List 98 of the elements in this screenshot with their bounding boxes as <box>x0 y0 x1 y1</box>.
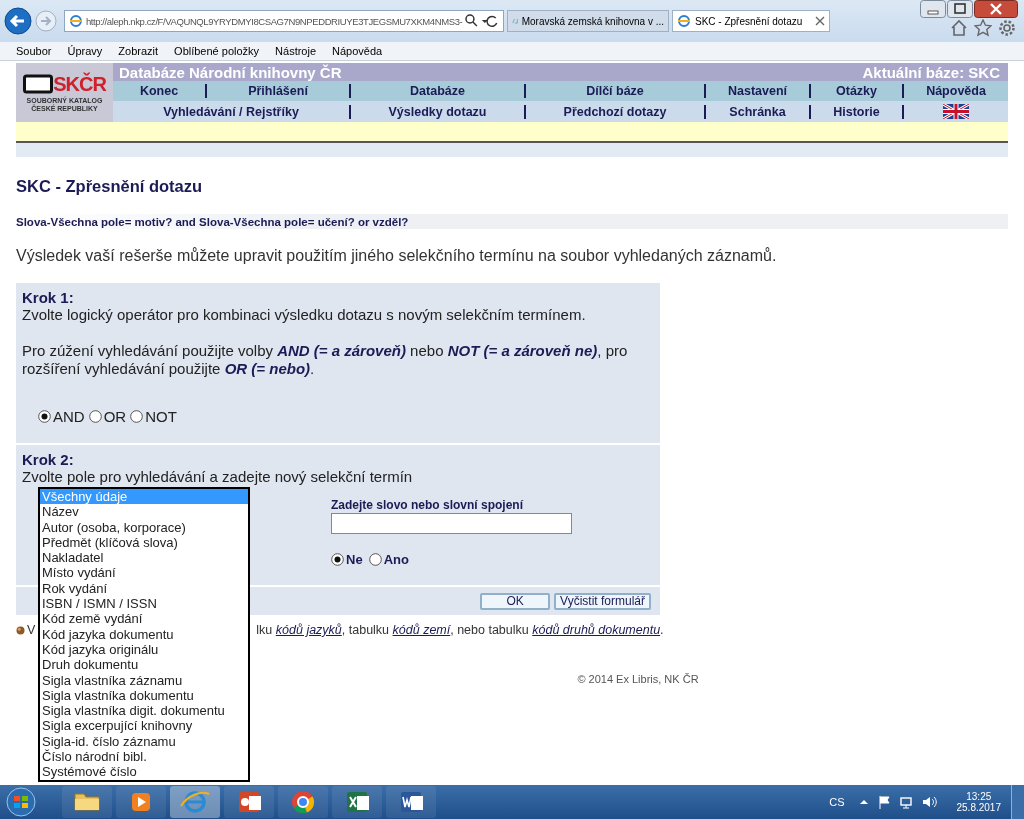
nav-link[interactable]: Databáze <box>410 84 465 98</box>
logo-box-icon <box>23 74 54 94</box>
network-icon[interactable] <box>898 795 913 809</box>
page-title: SKC - Zpřesnění dotazu <box>16 177 204 197</box>
dropdown-list[interactable] <box>38 487 250 782</box>
back-button[interactable] <box>4 7 32 35</box>
radio-label: AND <box>53 408 85 425</box>
field-label: Zadejte slovo nebo slovní spojení <box>331 498 525 512</box>
dropdown-option[interactable]: Sigla excerpující knihovny <box>40 718 248 734</box>
ok-button[interactable]: OK <box>480 592 551 610</box>
clear-form-button[interactable]: Vyčistit formulář <box>554 592 651 610</box>
note-text: V <box>27 623 36 637</box>
menu-item[interactable]: Nápověda <box>324 45 391 57</box>
dropdown-option[interactable]: Nakladatel <box>40 550 248 566</box>
menu-item[interactable]: Zobrazit <box>110 45 167 57</box>
presentation-app-icon[interactable] <box>224 786 274 818</box>
step-heading: Krok 2: <box>22 451 75 468</box>
step-text: Zvolte pole pro vyhledávání a zadejte nový selekční termín <box>22 468 414 486</box>
minimize-button[interactable] <box>920 0 946 18</box>
settings-icon[interactable] <box>998 19 1016 37</box>
menu-item[interactable]: Soubor <box>8 45 60 57</box>
nav-link[interactable]: Nastavení <box>727 84 788 98</box>
uk-flag-icon[interactable] <box>943 104 969 119</box>
dropdown-option[interactable]: Předmět (klíčová slova) <box>40 534 248 551</box>
dropdown-option[interactable]: Kód země vydání <box>40 611 248 627</box>
nav-link[interactable]: Přihlášení <box>248 84 308 98</box>
menu-item[interactable]: Nástroje <box>267 45 325 57</box>
dropdown-option[interactable]: Sigla vlastníka digit. dokumentu <box>40 703 248 719</box>
spreadsheet-app-icon[interactable] <box>332 786 382 818</box>
nav-link[interactable]: Historie <box>833 104 880 119</box>
start-button[interactable] <box>4 787 38 817</box>
step-text: Zvolte logický operátor pro kombinaci výsledku dotazu s novým selekčním termínem. <box>22 306 587 324</box>
nav-link[interactable]: Nápověda <box>926 84 986 98</box>
dropdown-option[interactable]: Kód jazyka dokumentu <box>40 626 248 642</box>
table-link[interactable]: kódů druhů dokumentu <box>532 623 661 637</box>
menu-item[interactable]: Úpravy <box>59 45 111 57</box>
nav-link[interactable]: Předchozí dotazy <box>563 104 667 119</box>
clock-time[interactable]: 13:25 <box>966 791 992 802</box>
dropdown-option[interactable]: Rok vydání <box>40 580 248 597</box>
description-text: Výsledek vaší rešerše můžete upravit použitím jiného selekčního termínu na soubor vyhledaných záznamů. <box>16 247 778 265</box>
menu-item[interactable]: Oblíbené položky <box>166 45 268 57</box>
database-title: Databáze Národní knihovny ČR <box>119 63 342 81</box>
table-link[interactable]: kódů jazyků <box>275 623 342 637</box>
nav-link[interactable]: Schránka <box>729 104 786 119</box>
favorites-icon[interactable] <box>974 19 992 37</box>
folder-icon[interactable] <box>62 786 112 818</box>
radio-label: NOT <box>145 408 177 425</box>
bullet-icon <box>16 625 25 635</box>
dropdown-option[interactable]: Systémové číslo <box>40 764 248 780</box>
nav-link[interactable]: Dílčí báze <box>586 84 644 98</box>
dropdown-option[interactable]: ISBN / ISMN / ISSN <box>40 596 248 612</box>
dropdown-option[interactable]: Druh dokumentu <box>40 657 248 673</box>
hint-text: Pro zúžení vyhledávání použijte volby AND (= a zároveň) nebo NOT (= a zároveň ne), pro rozšíření vyhledávání použijte OR (= nebo). <box>22 342 629 378</box>
search-term-field[interactable] <box>331 513 572 534</box>
volume-icon[interactable] <box>920 795 937 809</box>
word-processor-icon[interactable] <box>386 786 436 818</box>
dropdown-option[interactable]: Sigla-id. číslo záznamu <box>40 733 248 750</box>
nav-link[interactable]: Konec <box>139 84 179 98</box>
nav-link[interactable]: Výsledky dotazu <box>388 104 487 119</box>
dropdown-option[interactable]: Kód jazyka originálu <box>40 641 248 658</box>
table-link[interactable]: kódů zemí <box>392 623 451 637</box>
home-icon[interactable] <box>950 19 968 37</box>
close-tab-icon[interactable] <box>815 16 825 26</box>
nav-link[interactable]: Otázky <box>836 84 877 98</box>
maximize-button[interactable] <box>947 0 973 18</box>
address-field[interactable]: http://aleph.nkp.cz/F/VAQUNQL9YRYDMYI8CSAG7N9NPEDDRIUYE3TJEGSMU7XKM4NMS3- <box>64 10 504 32</box>
flag-icon[interactable] <box>876 795 891 809</box>
close-button[interactable] <box>974 0 1018 18</box>
dropdown-option[interactable]: Sigla vlastníka záznamu <box>40 672 248 688</box>
nav-link[interactable]: Vyhledávání / Rejstříky <box>163 104 299 119</box>
radio-button[interactable] <box>368 553 382 566</box>
language-indicator[interactable]: CS <box>829 796 845 808</box>
dropdown-option[interactable]: Místo vydání <box>40 565 248 581</box>
radio-label: Ne <box>346 552 363 567</box>
note-text: lku kódů jazyků, tabulku kódů zemí, nebo tabulku kódů druhů dokumentu. <box>256 623 664 637</box>
clock-date[interactable]: 25.8.2017 <box>956 802 1001 813</box>
search-refresh-icon[interactable] <box>465 14 499 28</box>
browser-icon <box>69 14 83 28</box>
radio-button[interactable] <box>331 553 344 566</box>
query-text: Slova-Všechna pole= motiv? and Slova-Všechna pole= učení? or vzděl? <box>16 215 409 228</box>
browser-tab[interactable]: Moravská zemská knihovna v ... <box>507 10 669 32</box>
copyright-text: © 2014 Ex Libris, NK ČR <box>577 673 699 685</box>
step-heading: Krok 1: <box>22 289 75 306</box>
dropdown-option[interactable]: Sigla vlastníka dokumentu <box>40 687 248 704</box>
radio-button[interactable] <box>88 410 102 423</box>
chrome-icon[interactable] <box>278 786 328 818</box>
media-player-icon[interactable] <box>116 786 166 818</box>
radio-button[interactable] <box>130 410 144 423</box>
dropdown-option[interactable]: Název <box>40 504 248 520</box>
browser-tab[interactable]: SKC - Zpřesnění dotazu <box>672 10 830 32</box>
current-database: Aktuální báze: SKC <box>862 63 1000 81</box>
dropdown-option[interactable]: Číslo národní bibl. <box>40 749 248 765</box>
radio-button[interactable] <box>38 410 51 423</box>
radio-label: Ano <box>383 552 409 567</box>
dropdown-option[interactable]: Autor (osoba, korporace) <box>40 519 248 535</box>
radio-label: OR <box>103 408 127 425</box>
tab-icon <box>677 14 691 28</box>
caret-icon[interactable] <box>858 797 869 807</box>
